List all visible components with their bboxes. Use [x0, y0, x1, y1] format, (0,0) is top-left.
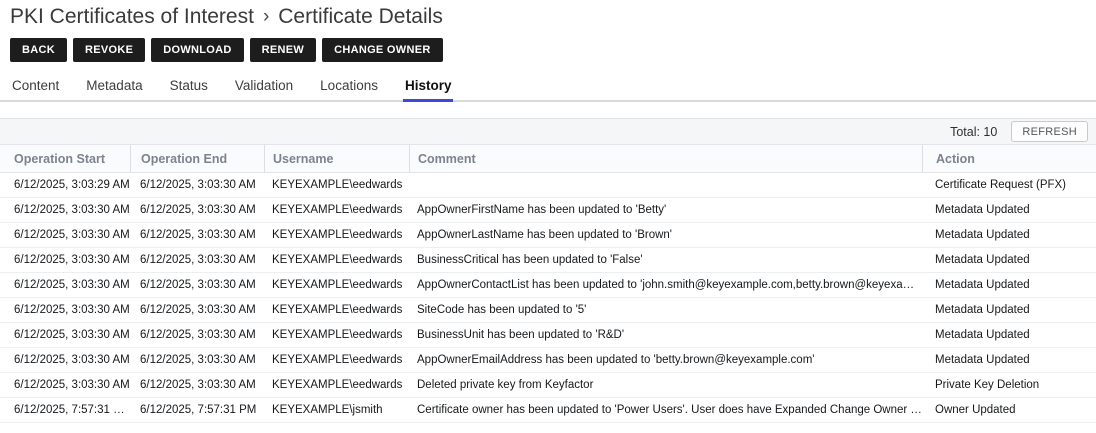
cell-operation-start: 6/12/2025, 3:03:29 AM: [0, 179, 130, 191]
cell-operation-end: 6/12/2025, 3:03:30 AM: [130, 179, 264, 191]
tab-validation[interactable]: Validation: [233, 75, 295, 102]
cell-action: Certificate Request (PFX): [922, 179, 1096, 191]
history-row: 6/12/2025, 3:03:30 AM6/12/2025, 3:03:30 …: [0, 248, 1096, 273]
cell-operation-start: 6/12/2025, 3:03:30 AM: [0, 229, 130, 241]
cell-username: KEYEXAMPLE\eedwards: [264, 229, 409, 241]
history-row: 6/12/2025, 7:57:31 PM6/12/2025, 7:57:31 …: [0, 398, 1096, 423]
history-row: 6/12/2025, 3:03:30 AM6/12/2025, 3:03:30 …: [0, 373, 1096, 398]
cell-action: Private Key Deletion: [922, 379, 1096, 391]
tab-history[interactable]: History: [403, 75, 454, 102]
cell-username: KEYEXAMPLE\eedwards: [264, 329, 409, 341]
cell-action: Metadata Updated: [922, 254, 1096, 266]
cell-action: Metadata Updated: [922, 204, 1096, 216]
history-row: 6/12/2025, 3:03:30 AM6/12/2025, 3:03:30 …: [0, 348, 1096, 373]
cell-operation-end: 6/12/2025, 3:03:30 AM: [130, 254, 264, 266]
history-row: 6/12/2025, 3:03:29 AM6/12/2025, 3:03:30 …: [0, 173, 1096, 198]
cell-operation-end: 6/12/2025, 3:03:30 AM: [130, 379, 264, 391]
revoke-button[interactable]: REVOKE: [73, 38, 145, 62]
tab-status[interactable]: Status: [168, 75, 210, 102]
cell-username: KEYEXAMPLE\eedwards: [264, 204, 409, 216]
change-owner-button[interactable]: CHANGE OWNER: [322, 38, 443, 62]
cell-username: KEYEXAMPLE\eedwards: [264, 254, 409, 266]
tab-bar: Content Metadata Status Validation Locations…: [0, 75, 1096, 102]
cell-comment: SiteCode has been updated to '5': [409, 304, 922, 316]
column-header-operation-end[interactable]: Operation End: [130, 145, 264, 172]
history-row: 6/12/2025, 3:03:30 AM6/12/2025, 3:03:30 …: [0, 323, 1096, 348]
history-row: 6/12/2025, 3:03:30 AM6/12/2025, 3:03:30 …: [0, 273, 1096, 298]
download-button[interactable]: DOWNLOAD: [151, 38, 243, 62]
renew-button[interactable]: RENEW: [250, 38, 316, 62]
tab-content[interactable]: Content: [10, 75, 61, 102]
grid-footer: [0, 423, 1096, 433]
back-button[interactable]: BACK: [10, 38, 67, 62]
cell-operation-start: 6/12/2025, 3:03:30 AM: [0, 304, 130, 316]
cell-operation-end: 6/12/2025, 3:03:30 AM: [130, 354, 264, 366]
cell-operation-start: 6/12/2025, 3:03:30 AM: [0, 354, 130, 366]
page-title: Certificate Details: [278, 3, 443, 30]
cell-action: Metadata Updated: [922, 229, 1096, 241]
cell-operation-start: 6/12/2025, 3:03:30 AM: [0, 279, 130, 291]
history-row: 6/12/2025, 3:03:30 AM6/12/2025, 3:03:30 …: [0, 223, 1096, 248]
cell-operation-end: 6/12/2025, 3:03:30 AM: [130, 279, 264, 291]
cell-comment: Certificate owner has been updated to 'P…: [409, 404, 922, 416]
breadcrumb: PKI Certificates of Interest › Certifica…: [10, 2, 1096, 30]
grid-toolbar: Total: 10 REFRESH: [0, 118, 1096, 145]
tab-locations[interactable]: Locations: [318, 75, 380, 102]
cell-action: Owner Updated: [922, 404, 1096, 416]
history-row: 6/12/2025, 3:03:30 AM6/12/2025, 3:03:30 …: [0, 198, 1096, 223]
cell-username: KEYEXAMPLE\eedwards: [264, 379, 409, 391]
cell-comment: Deleted private key from Keyfactor: [409, 379, 922, 391]
grid-header-row: Operation StartOperation EndUsernameComm…: [0, 145, 1096, 173]
cell-username: KEYEXAMPLE\jsmith: [264, 404, 409, 416]
cell-operation-start: 6/12/2025, 3:03:30 AM: [0, 254, 130, 266]
cell-operation-start: 6/12/2025, 3:03:30 AM: [0, 379, 130, 391]
cell-action: Metadata Updated: [922, 329, 1096, 341]
column-header-comment[interactable]: Comment: [409, 145, 922, 172]
history-row: 6/12/2025, 3:03:30 AM6/12/2025, 3:03:30 …: [0, 298, 1096, 323]
total-count: Total: 10: [950, 125, 997, 139]
column-header-action[interactable]: Action: [922, 145, 1096, 172]
cell-action: Metadata Updated: [922, 354, 1096, 366]
cell-operation-end: 6/12/2025, 3:03:30 AM: [130, 204, 264, 216]
cell-operation-start: 6/12/2025, 3:03:30 AM: [0, 329, 130, 341]
cell-operation-end: 6/12/2025, 3:03:30 AM: [130, 229, 264, 241]
cell-operation-end: 6/12/2025, 7:57:31 PM: [130, 404, 264, 416]
cell-action: Metadata Updated: [922, 304, 1096, 316]
cell-operation-end: 6/12/2025, 3:03:30 AM: [130, 329, 264, 341]
column-header-operation-start[interactable]: Operation Start: [0, 145, 130, 172]
cell-operation-start: 6/12/2025, 7:57:31 PM: [0, 404, 130, 416]
cell-operation-start: 6/12/2025, 3:03:30 AM: [0, 204, 130, 216]
cell-comment: BusinessCritical has been updated to 'Fa…: [409, 254, 922, 266]
cell-comment: AppOwnerLastName has been updated to 'Br…: [409, 229, 922, 241]
cell-comment: AppOwnerContactList has been updated to …: [409, 279, 922, 291]
chevron-right-icon: ›: [263, 2, 269, 30]
refresh-button[interactable]: REFRESH: [1011, 121, 1088, 142]
breadcrumb-parent[interactable]: PKI Certificates of Interest: [10, 3, 254, 30]
cell-username: KEYEXAMPLE\eedwards: [264, 354, 409, 366]
history-grid: Total: 10 REFRESH Operation StartOperati…: [0, 118, 1096, 433]
cell-username: KEYEXAMPLE\eedwards: [264, 279, 409, 291]
action-button-row: BACKREVOKEDOWNLOAD RENEWCHANGE OWNER: [10, 38, 1096, 62]
cell-username: KEYEXAMPLE\eedwards: [264, 179, 409, 191]
cell-action: Metadata Updated: [922, 279, 1096, 291]
column-header-username[interactable]: Username: [264, 145, 409, 172]
cell-username: KEYEXAMPLE\eedwards: [264, 304, 409, 316]
cell-comment: AppOwnerEmailAddress has been updated to…: [409, 354, 922, 366]
tab-metadata[interactable]: Metadata: [84, 75, 144, 102]
cell-comment: BusinessUnit has been updated to 'R&D': [409, 329, 922, 341]
cell-operation-end: 6/12/2025, 3:03:30 AM: [130, 304, 264, 316]
cell-comment: AppOwnerFirstName has been updated to 'B…: [409, 204, 922, 216]
grid-body: 6/12/2025, 3:03:29 AM6/12/2025, 3:03:30 …: [0, 173, 1096, 423]
